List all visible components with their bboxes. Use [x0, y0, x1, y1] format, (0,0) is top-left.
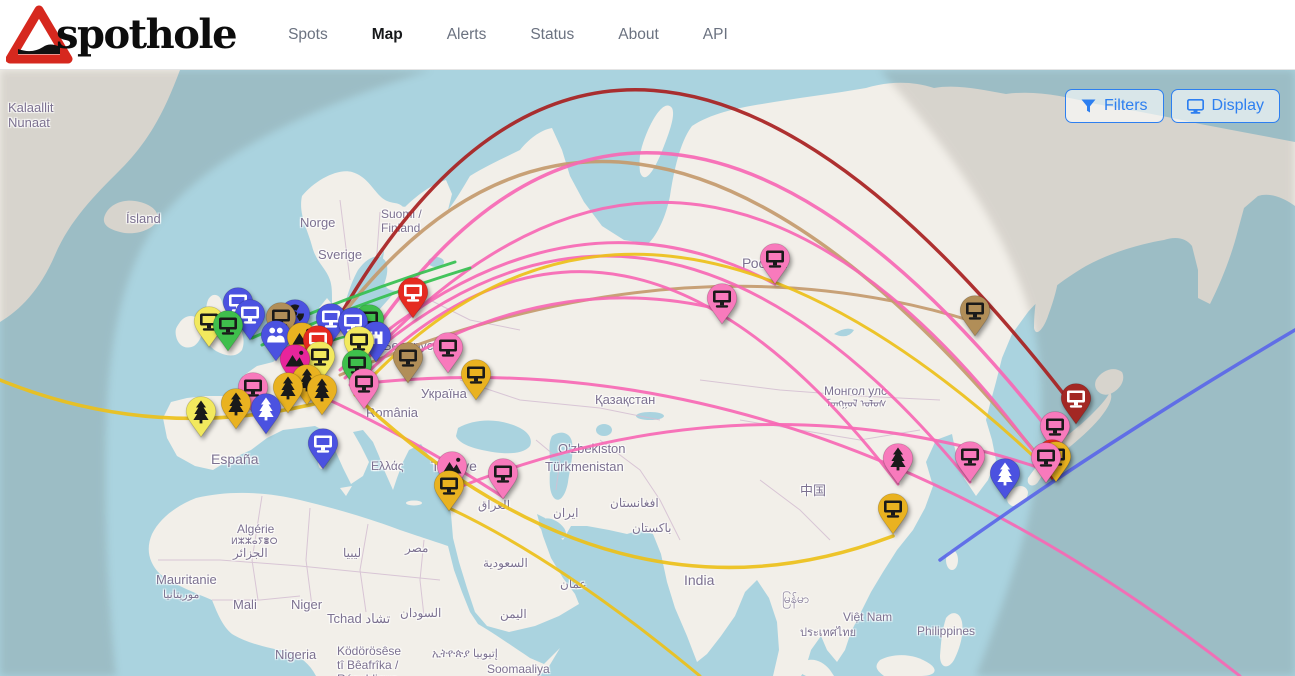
main-nav: Spots Map Alerts Status About API [288, 26, 728, 44]
filters-button-label: Filters [1104, 97, 1148, 115]
filter-funnel-icon [1081, 99, 1096, 113]
map-controls: Filters Display [1065, 89, 1280, 123]
nav-item-map[interactable]: Map [372, 26, 403, 44]
brand-logo[interactable]: spothole [6, 0, 236, 70]
spot-path [320, 90, 1076, 410]
spot-path [449, 508, 700, 676]
map-marker-tree[interactable] [883, 444, 913, 484]
map-marker-monitor[interactable] [308, 429, 338, 469]
brand-name: spothole [56, 11, 236, 58]
map-marker-monitor[interactable] [955, 442, 985, 482]
map-marker-monitor[interactable] [393, 343, 423, 383]
nav-item-api[interactable]: API [703, 26, 728, 44]
map-marker-monitor[interactable] [398, 278, 428, 318]
spots-overlay-layer [0, 70, 1295, 676]
map-marker-monitor[interactable] [434, 471, 464, 511]
map-marker-tree[interactable] [990, 459, 1020, 499]
map-marker-tree[interactable] [251, 394, 281, 434]
display-monitor-icon [1187, 99, 1204, 114]
map-marker-tree[interactable] [221, 389, 251, 429]
map-marker-monitor[interactable] [433, 333, 463, 373]
map-marker-monitor[interactable] [461, 360, 491, 400]
nav-item-spots[interactable]: Spots [288, 26, 328, 44]
filters-button[interactable]: Filters [1065, 89, 1164, 123]
nav-item-about[interactable]: About [618, 26, 659, 44]
display-button[interactable]: Display [1171, 89, 1280, 123]
map-marker-monitor[interactable] [488, 459, 518, 499]
map-marker-tree[interactable] [307, 375, 337, 415]
top-navbar: spothole Spots Map Alerts Status About API [0, 0, 1295, 70]
map-canvas[interactable]: Kalaallit NunaatÍslandNorgeSverigeSuomi … [0, 70, 1295, 676]
map-marker-monitor[interactable] [349, 369, 379, 409]
map-marker-monitor[interactable] [213, 311, 243, 351]
nav-item-alerts[interactable]: Alerts [447, 26, 487, 44]
map-marker-monitor[interactable] [707, 284, 737, 324]
map-marker-tree[interactable] [186, 397, 216, 437]
nav-item-status[interactable]: Status [530, 26, 574, 44]
map-marker-monitor[interactable] [878, 494, 908, 534]
display-button-label: Display [1212, 97, 1264, 115]
